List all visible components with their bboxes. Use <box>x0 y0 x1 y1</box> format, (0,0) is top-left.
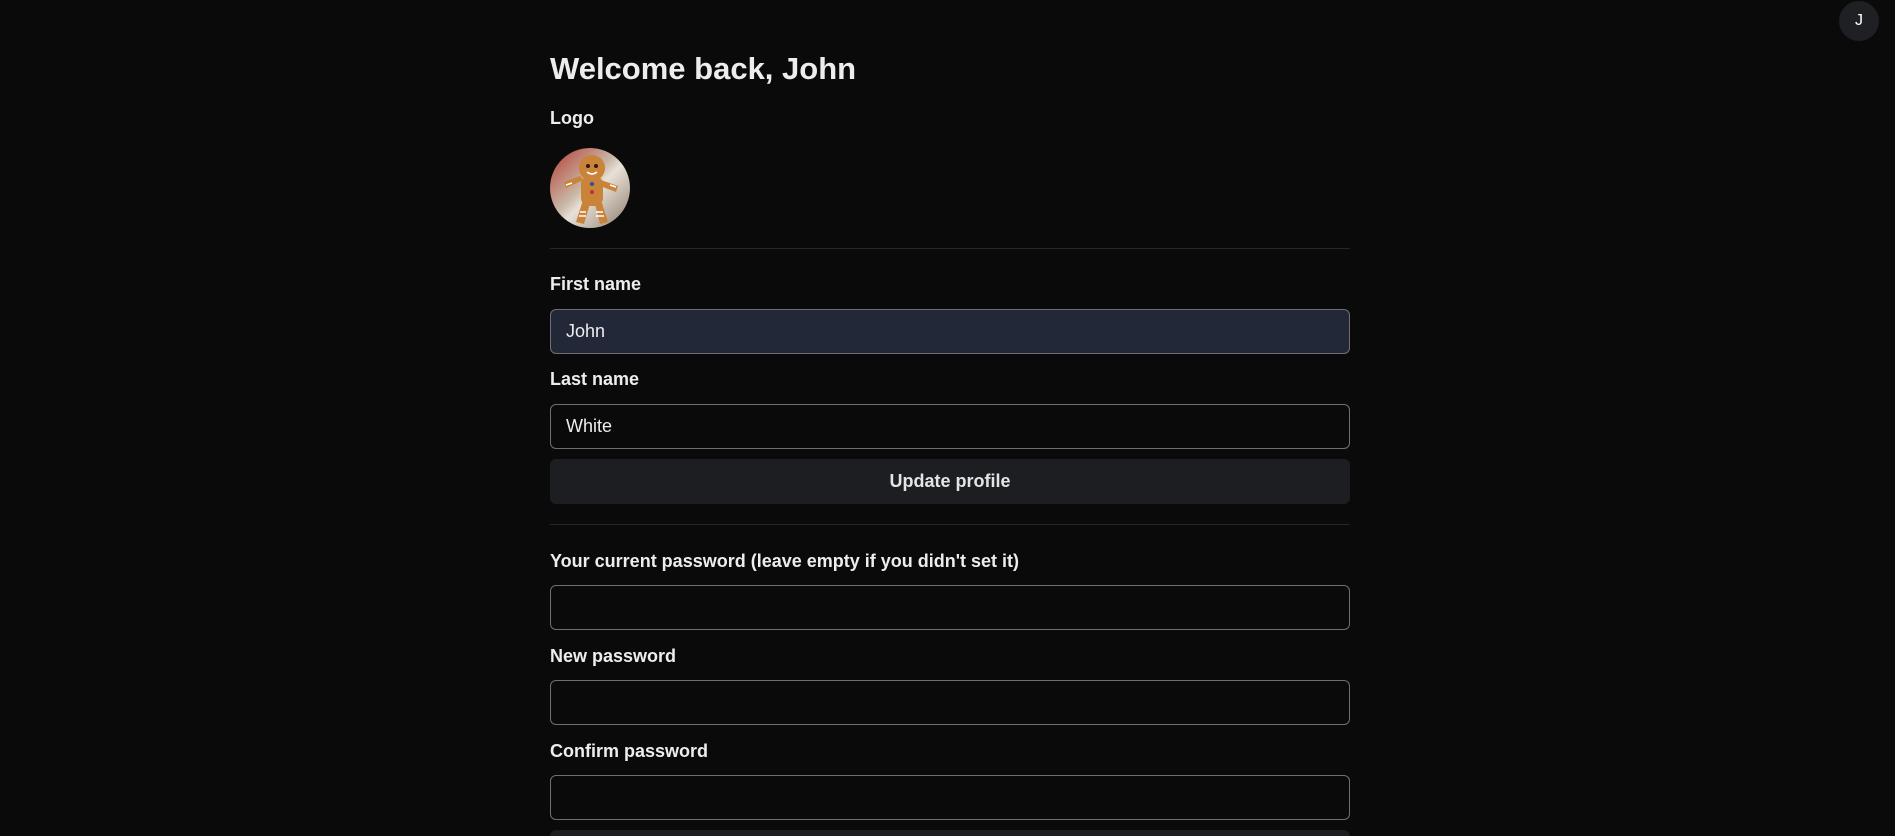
logo-label: Logo <box>550 108 594 128</box>
confirm-password-label: Confirm password <box>550 741 709 761</box>
current-password-input[interactable] <box>550 585 1350 630</box>
page-title: Welcome back, John <box>550 51 857 86</box>
gingerbread-man-icon <box>550 148 630 228</box>
update-password-button[interactable] <box>550 830 1350 836</box>
section-divider <box>550 248 1350 249</box>
confirm-password-input[interactable] <box>550 775 1350 820</box>
avatar-initial: J <box>1855 12 1863 29</box>
first-name-input[interactable] <box>550 309 1350 354</box>
user-avatar-button[interactable]: J <box>1839 1 1879 41</box>
last-name-label: Last name <box>550 369 640 389</box>
current-password-label: Your current password (leave empty if yo… <box>550 551 1020 571</box>
section-divider <box>550 524 1350 525</box>
logo-image[interactable] <box>550 148 630 228</box>
new-password-input[interactable] <box>550 680 1350 725</box>
profile-page: J Welcome back, John Logo First name Joh… <box>0 0 1895 836</box>
update-profile-button[interactable]: Update profile <box>550 459 1350 504</box>
last-name-input[interactable] <box>550 404 1350 449</box>
first-name-label: First name <box>550 274 642 294</box>
new-password-label: New password <box>550 646 677 666</box>
